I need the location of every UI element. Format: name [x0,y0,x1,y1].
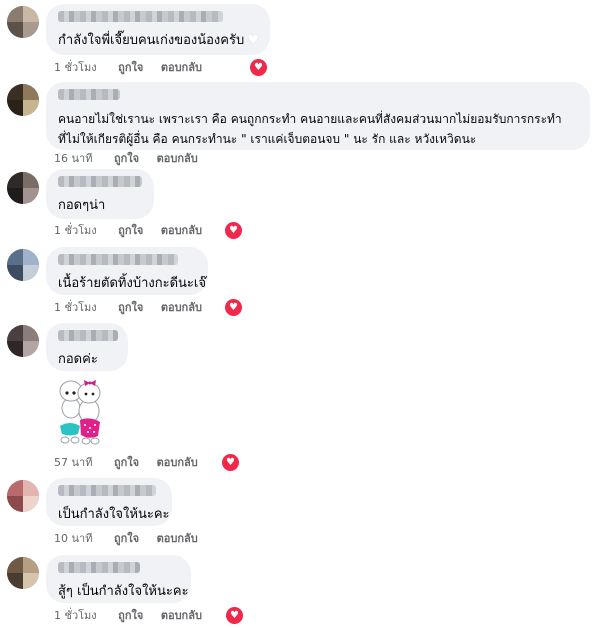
avatar[interactable] [7,480,39,512]
avatar-pixel [23,22,39,38]
comment-bubble: กอดๆน่า [46,169,154,219]
commenter-name-redacted[interactable] [58,11,223,22]
avatar-pixel [7,496,23,512]
reply-link[interactable]: ตอบกลับ [161,223,202,239]
like-link[interactable]: ถูกใจ [118,223,143,239]
commenter-name-redacted[interactable] [58,485,156,496]
avatar-pixel [7,573,23,589]
comment-bubble: คนอายไม่ใช่เรานะ เพราะเรา คือ คนถูกกระทำ… [46,82,590,150]
avatar-pixel [7,6,23,22]
avatar[interactable] [7,557,39,589]
avatar[interactable] [7,172,39,204]
comment-timestamp[interactable]: 57 นาที [54,455,92,471]
avatar-pixel [7,341,23,357]
comment-actions: 10 นาที ถูกใจ ตอบกลับ [54,531,198,547]
white-heart-icon: ♥ [247,33,259,48]
avatar[interactable] [7,249,39,281]
comment-actions: 1 ชั่วโมง ถูกใจ ตอบกลับ [54,608,202,624]
hugging-characters-sticker[interactable] [50,380,110,446]
avatar-pixel [23,100,39,116]
avatar-pixel [7,265,23,281]
comment-text: กำลังใจพี่เจี๊ยบคนเก่งของน้องครับ [58,33,245,48]
avatar[interactable] [7,84,39,116]
comment-actions: 1 ชั่วโมง ถูกใจ ตอบกลับ [54,300,202,316]
love-reaction-icon[interactable]: ♥ [222,454,239,471]
love-reaction-icon[interactable]: ♥ [226,607,243,624]
reply-link[interactable]: ตอบกลับ [157,531,198,547]
avatar-pixel [7,22,23,38]
comment-timestamp[interactable]: 1 ชั่วโมง [54,223,97,239]
avatar-pixel [7,172,23,188]
avatar-pixel [7,249,23,265]
commenter-name-redacted[interactable] [58,89,120,100]
comment-text: สู้ๆ เป็นกำลังใจให้นะคะ [58,584,189,599]
avatar-pixel [23,84,39,100]
comment-timestamp[interactable]: 10 นาที [54,531,92,547]
comment-actions: 1 ชั่วโมง ถูกใจ ตอบกลับ [54,223,202,239]
like-link[interactable]: ถูกใจ [114,455,139,471]
comment-text: กอดค่ะ [58,352,98,367]
comment-actions: 1 ชั่วโมง ถูกใจ ตอบกลับ [54,60,202,76]
reply-link[interactable]: ตอบกลับ [157,151,198,167]
commenter-name-redacted[interactable] [58,562,140,573]
reply-link[interactable]: ตอบกลับ [161,608,202,624]
love-reaction-icon[interactable]: ♥ [225,222,242,239]
avatar-pixel [23,6,39,22]
comment-timestamp[interactable]: 1 ชั่วโมง [54,60,97,76]
avatar-pixel [23,557,39,573]
commenter-name-redacted[interactable] [58,254,178,265]
avatar-pixel [7,325,23,341]
comment-text: เนื้อร้ายตัดทิ้งบ้างกะดีนะเจ๊ [58,276,206,291]
like-link[interactable]: ถูกใจ [118,300,143,316]
avatar-pixel [23,249,39,265]
avatar-pixel [7,100,23,116]
comment-bubble: กอดค่ะ [46,323,128,371]
comment-bubble: เนื้อร้ายตัดทิ้งบ้างกะดีนะเจ๊ [46,247,208,295]
avatar-pixel [23,573,39,589]
avatar-pixel [23,341,39,357]
avatar-pixel [23,188,39,204]
like-link[interactable]: ถูกใจ [114,531,139,547]
avatar-pixel [7,188,23,204]
commenter-name-redacted[interactable] [58,176,142,187]
comment-text: เป็นกำลังใจให้นะคะ [58,507,170,522]
avatar-pixel [23,496,39,512]
avatar-pixel [23,172,39,188]
comment-text-line: ที่ไม่ให้เกียรติผู้อื่น คือ คนกระทำนะ " … [58,132,477,146]
comment-actions: 16 นาที ถูกใจ ตอบกลับ [54,151,198,167]
avatar-pixel [23,480,39,496]
love-reaction-icon[interactable]: ♥ [250,59,267,76]
comment-timestamp[interactable]: 1 ชั่วโมง [54,300,97,316]
love-reaction-icon[interactable]: ♥ [225,299,242,316]
comment-text: กอดๆน่า [58,198,106,213]
avatar-pixel [7,84,23,100]
like-link[interactable]: ถูกใจ [118,608,143,624]
like-link[interactable]: ถูกใจ [114,151,139,167]
comment-bubble: สู้ๆ เป็นกำลังใจให้นะคะ [46,555,191,603]
comment-bubble: กำลังใจพี่เจี๊ยบคนเก่งของน้องครับ ♥ [46,4,270,55]
comment-timestamp[interactable]: 1 ชั่วโมง [54,608,97,624]
avatar-pixel [23,265,39,281]
comment-timestamp[interactable]: 16 นาที [54,151,92,167]
reply-link[interactable]: ตอบกลับ [161,300,202,316]
like-link[interactable]: ถูกใจ [118,60,143,76]
avatar-pixel [23,325,39,341]
commenter-name-redacted[interactable] [58,330,118,341]
comment-text-line: คนอายไม่ใช่เรานะ เพราะเรา คือ คนถูกกระทำ… [58,112,562,126]
reply-link[interactable]: ตอบกลับ [157,455,198,471]
avatar-pixel [7,480,23,496]
comment-bubble: เป็นกำลังใจให้นะคะ [46,478,172,526]
reply-link[interactable]: ตอบกลับ [161,60,202,76]
avatar[interactable] [7,325,39,357]
avatar[interactable] [7,6,39,38]
avatar-pixel [7,557,23,573]
comment-actions: 57 นาที ถูกใจ ตอบกลับ [54,455,198,471]
